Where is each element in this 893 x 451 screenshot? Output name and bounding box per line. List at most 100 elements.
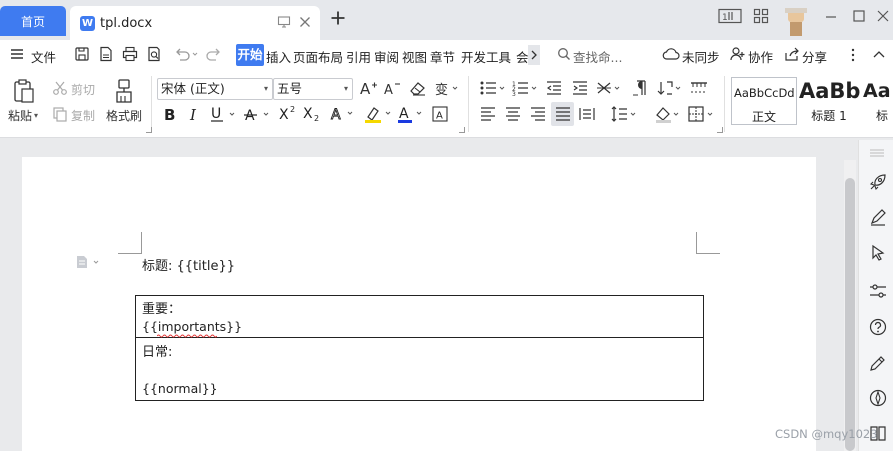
collaborate-icon[interactable] (730, 47, 746, 61)
add-tab-icon[interactable] (330, 10, 348, 30)
copy-button[interactable]: 复制 (71, 107, 95, 124)
distributed-align-icon[interactable] (579, 106, 595, 122)
chinese-layout-icon[interactable] (596, 80, 624, 96)
more-options-icon[interactable] (850, 48, 856, 62)
text-effect-icon[interactable]: A (330, 104, 358, 122)
sidebar-collapse-icon[interactable] (869, 148, 885, 158)
paste-icon[interactable] (12, 78, 36, 104)
rocket-icon[interactable] (869, 173, 887, 191)
font-size-dropdown-icon[interactable]: ▾ (344, 79, 348, 99)
collaborate-button[interactable]: 协作 (748, 47, 773, 66)
phonetic-guide-icon[interactable]: 变 (434, 79, 458, 97)
grow-font-icon[interactable]: A (360, 80, 378, 96)
italic-icon[interactable]: I (188, 105, 202, 123)
pencil-draw-icon[interactable] (869, 354, 887, 372)
tab-home[interactable]: 首页 (0, 6, 66, 36)
pen-edit-icon[interactable] (869, 208, 887, 226)
clipboard-group-expand-icon[interactable] (146, 127, 152, 133)
paste-button[interactable]: 粘贴 (8, 107, 32, 124)
cut-button[interactable]: 剪切 (71, 81, 95, 98)
font-size-select[interactable]: 五号 ▾ (273, 78, 353, 100)
format-painter-button[interactable]: 格式刷 (106, 107, 142, 124)
scrollbar-thumb[interactable] (845, 178, 855, 451)
tab-view[interactable]: 视图 (402, 47, 427, 66)
align-right-icon[interactable] (530, 106, 546, 122)
superscript-icon[interactable]: X2 (278, 104, 298, 122)
highlight-icon[interactable] (364, 104, 394, 124)
collapse-ribbon-icon[interactable] (872, 49, 886, 59)
normal-placeholder[interactable]: {{normal}} (142, 381, 218, 396)
tab-insert[interactable]: 插入 (266, 47, 291, 66)
search-command-input[interactable]: 查找命... (573, 47, 622, 66)
show-hide-marks-icon[interactable] (632, 79, 648, 97)
screen-icon[interactable] (277, 15, 291, 29)
tab-member[interactable]: 会 (516, 47, 528, 66)
cloud-sync-icon[interactable] (662, 47, 680, 61)
normal-label[interactable]: 日常: (142, 341, 172, 360)
paragraph-handle-icon[interactable] (75, 255, 103, 269)
help-icon[interactable] (869, 318, 887, 336)
tab-page-layout[interactable]: 页面布局 (293, 47, 343, 66)
style-heading-2[interactable]: Aa 标 (862, 77, 893, 125)
font-color-icon[interactable]: A (398, 104, 426, 124)
maximize-icon[interactable] (852, 8, 866, 26)
bold-icon[interactable]: B (163, 105, 179, 123)
menu-file[interactable]: 文件 (31, 47, 56, 66)
clear-format-icon[interactable] (409, 80, 427, 96)
font-group-expand-icon[interactable] (459, 127, 465, 133)
content-table[interactable]: 重要： {{importants}} 日常: {{normal}} (135, 295, 704, 401)
print-preview-icon[interactable] (146, 46, 162, 62)
shading-icon[interactable] (655, 105, 683, 123)
print-icon[interactable] (122, 46, 138, 62)
tab-start[interactable]: 开始 (236, 44, 264, 66)
important-label[interactable]: 重要： (142, 298, 181, 317)
justify-button[interactable] (551, 102, 574, 126)
share-icon[interactable] (784, 47, 800, 61)
avatar[interactable] (785, 4, 807, 38)
align-left-icon[interactable] (480, 106, 496, 122)
cut-icon[interactable] (52, 80, 68, 96)
style-heading-1[interactable]: AaBb 标题 1 (797, 77, 861, 125)
font-family-dropdown-icon[interactable]: ▾ (264, 79, 268, 99)
share-button[interactable]: 分享 (802, 47, 827, 66)
save-icon[interactable] (74, 46, 90, 62)
format-painter-icon[interactable] (113, 78, 135, 104)
redo-icon[interactable] (206, 47, 222, 61)
paragraph-group-expand-icon[interactable] (717, 127, 723, 133)
numbered-list-icon[interactable]: 123 (512, 80, 540, 96)
font-family-select[interactable]: 宋体 (正文) ▾ (157, 78, 273, 100)
more-tabs-chevron-icon[interactable] (528, 45, 540, 65)
cursor-select-icon[interactable] (869, 244, 887, 262)
minimize-icon[interactable] (824, 8, 838, 26)
undo-icon[interactable] (174, 47, 198, 61)
unsync-status[interactable]: 未同步 (682, 47, 720, 66)
sort-icon[interactable] (657, 80, 685, 96)
line-spacing-icon[interactable] (611, 106, 639, 122)
copy-icon[interactable] (52, 106, 68, 122)
hamburger-icon[interactable] (10, 48, 24, 60)
important-placeholder[interactable]: {{importants}} (142, 319, 242, 334)
increase-indent-icon[interactable] (572, 80, 588, 96)
export-pdf-icon[interactable] (98, 46, 114, 62)
tab-stops-icon[interactable] (690, 80, 708, 96)
close-window-icon[interactable] (876, 8, 890, 26)
tab-document[interactable]: W tpl.docx (70, 6, 320, 40)
page-count-icon[interactable]: 1 (718, 8, 742, 26)
strikethrough-icon[interactable]: A (244, 105, 274, 123)
tab-developer[interactable]: 开发工具 (461, 47, 511, 66)
settings-sliders-icon[interactable] (869, 282, 887, 300)
subscript-icon[interactable]: X2 (302, 104, 322, 122)
paste-dropdown-icon[interactable]: ▾ (34, 111, 38, 120)
shrink-font-icon[interactable]: A (384, 80, 402, 96)
decrease-indent-icon[interactable] (546, 80, 562, 96)
character-border-icon[interactable]: A (432, 105, 448, 123)
search-icon[interactable] (557, 47, 571, 61)
bullet-list-icon[interactable] (480, 80, 508, 96)
title-line[interactable]: 标题: {{title}} (142, 255, 235, 274)
tab-references[interactable]: 引用 (346, 47, 371, 66)
close-tab-icon[interactable] (298, 15, 312, 29)
underline-icon[interactable]: U (210, 105, 240, 123)
tab-chapter[interactable]: 章节 (430, 47, 455, 66)
style-normal[interactable]: AaBbCcDd 正文 (731, 77, 797, 125)
apps-grid-icon[interactable] (753, 8, 769, 26)
